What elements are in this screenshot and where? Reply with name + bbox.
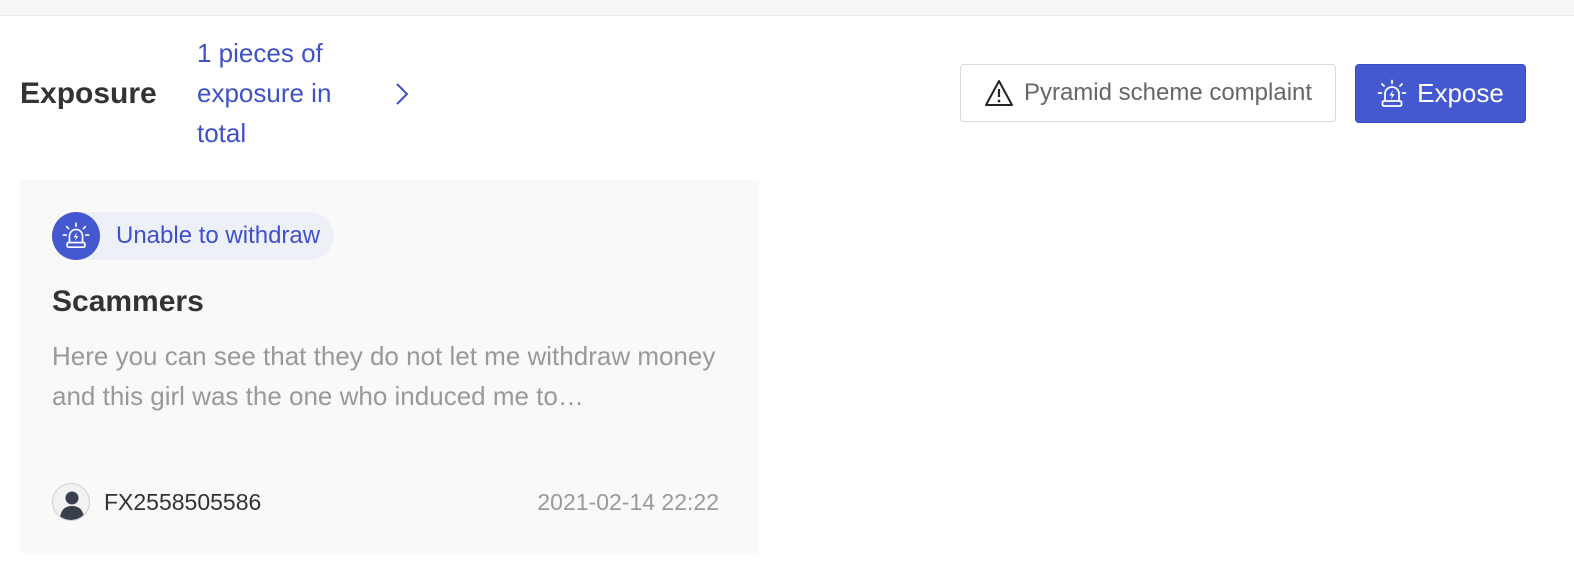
complaint-button-label: Pyramid scheme complaint <box>1023 79 1313 106</box>
exposure-page: Exposure 1 pieces of exposure in total P… <box>0 0 1574 588</box>
status-badge: Unable to withdraw <box>52 212 335 260</box>
exposure-total-link[interactable]: 1 pieces of exposure in total <box>197 33 387 153</box>
alarm-siren-icon <box>52 212 100 260</box>
chevron-right-icon[interactable] <box>390 80 414 108</box>
expose-button[interactable]: Expose <box>1355 64 1526 123</box>
pyramid-scheme-complaint-button[interactable]: Pyramid scheme complaint <box>960 64 1336 122</box>
card-username: FX2558505586 <box>104 489 262 515</box>
section-title: Exposure <box>20 77 157 110</box>
card-description: Here you can see that they do not let me… <box>52 341 716 411</box>
expose-button-label: Expose <box>1417 78 1504 108</box>
top-bar <box>0 0 1574 16</box>
exposure-card[interactable]: Unable to withdraw Scammers Here you can… <box>20 180 759 553</box>
alarm-siren-icon <box>1377 79 1407 107</box>
warning-triangle-icon <box>984 80 1013 106</box>
user-avatar-icon <box>52 483 90 521</box>
status-badge-label: Unable to withdraw <box>116 222 321 249</box>
card-title: Scammers <box>52 285 204 318</box>
card-timestamp: 2021-02-14 22:22 <box>537 489 719 515</box>
